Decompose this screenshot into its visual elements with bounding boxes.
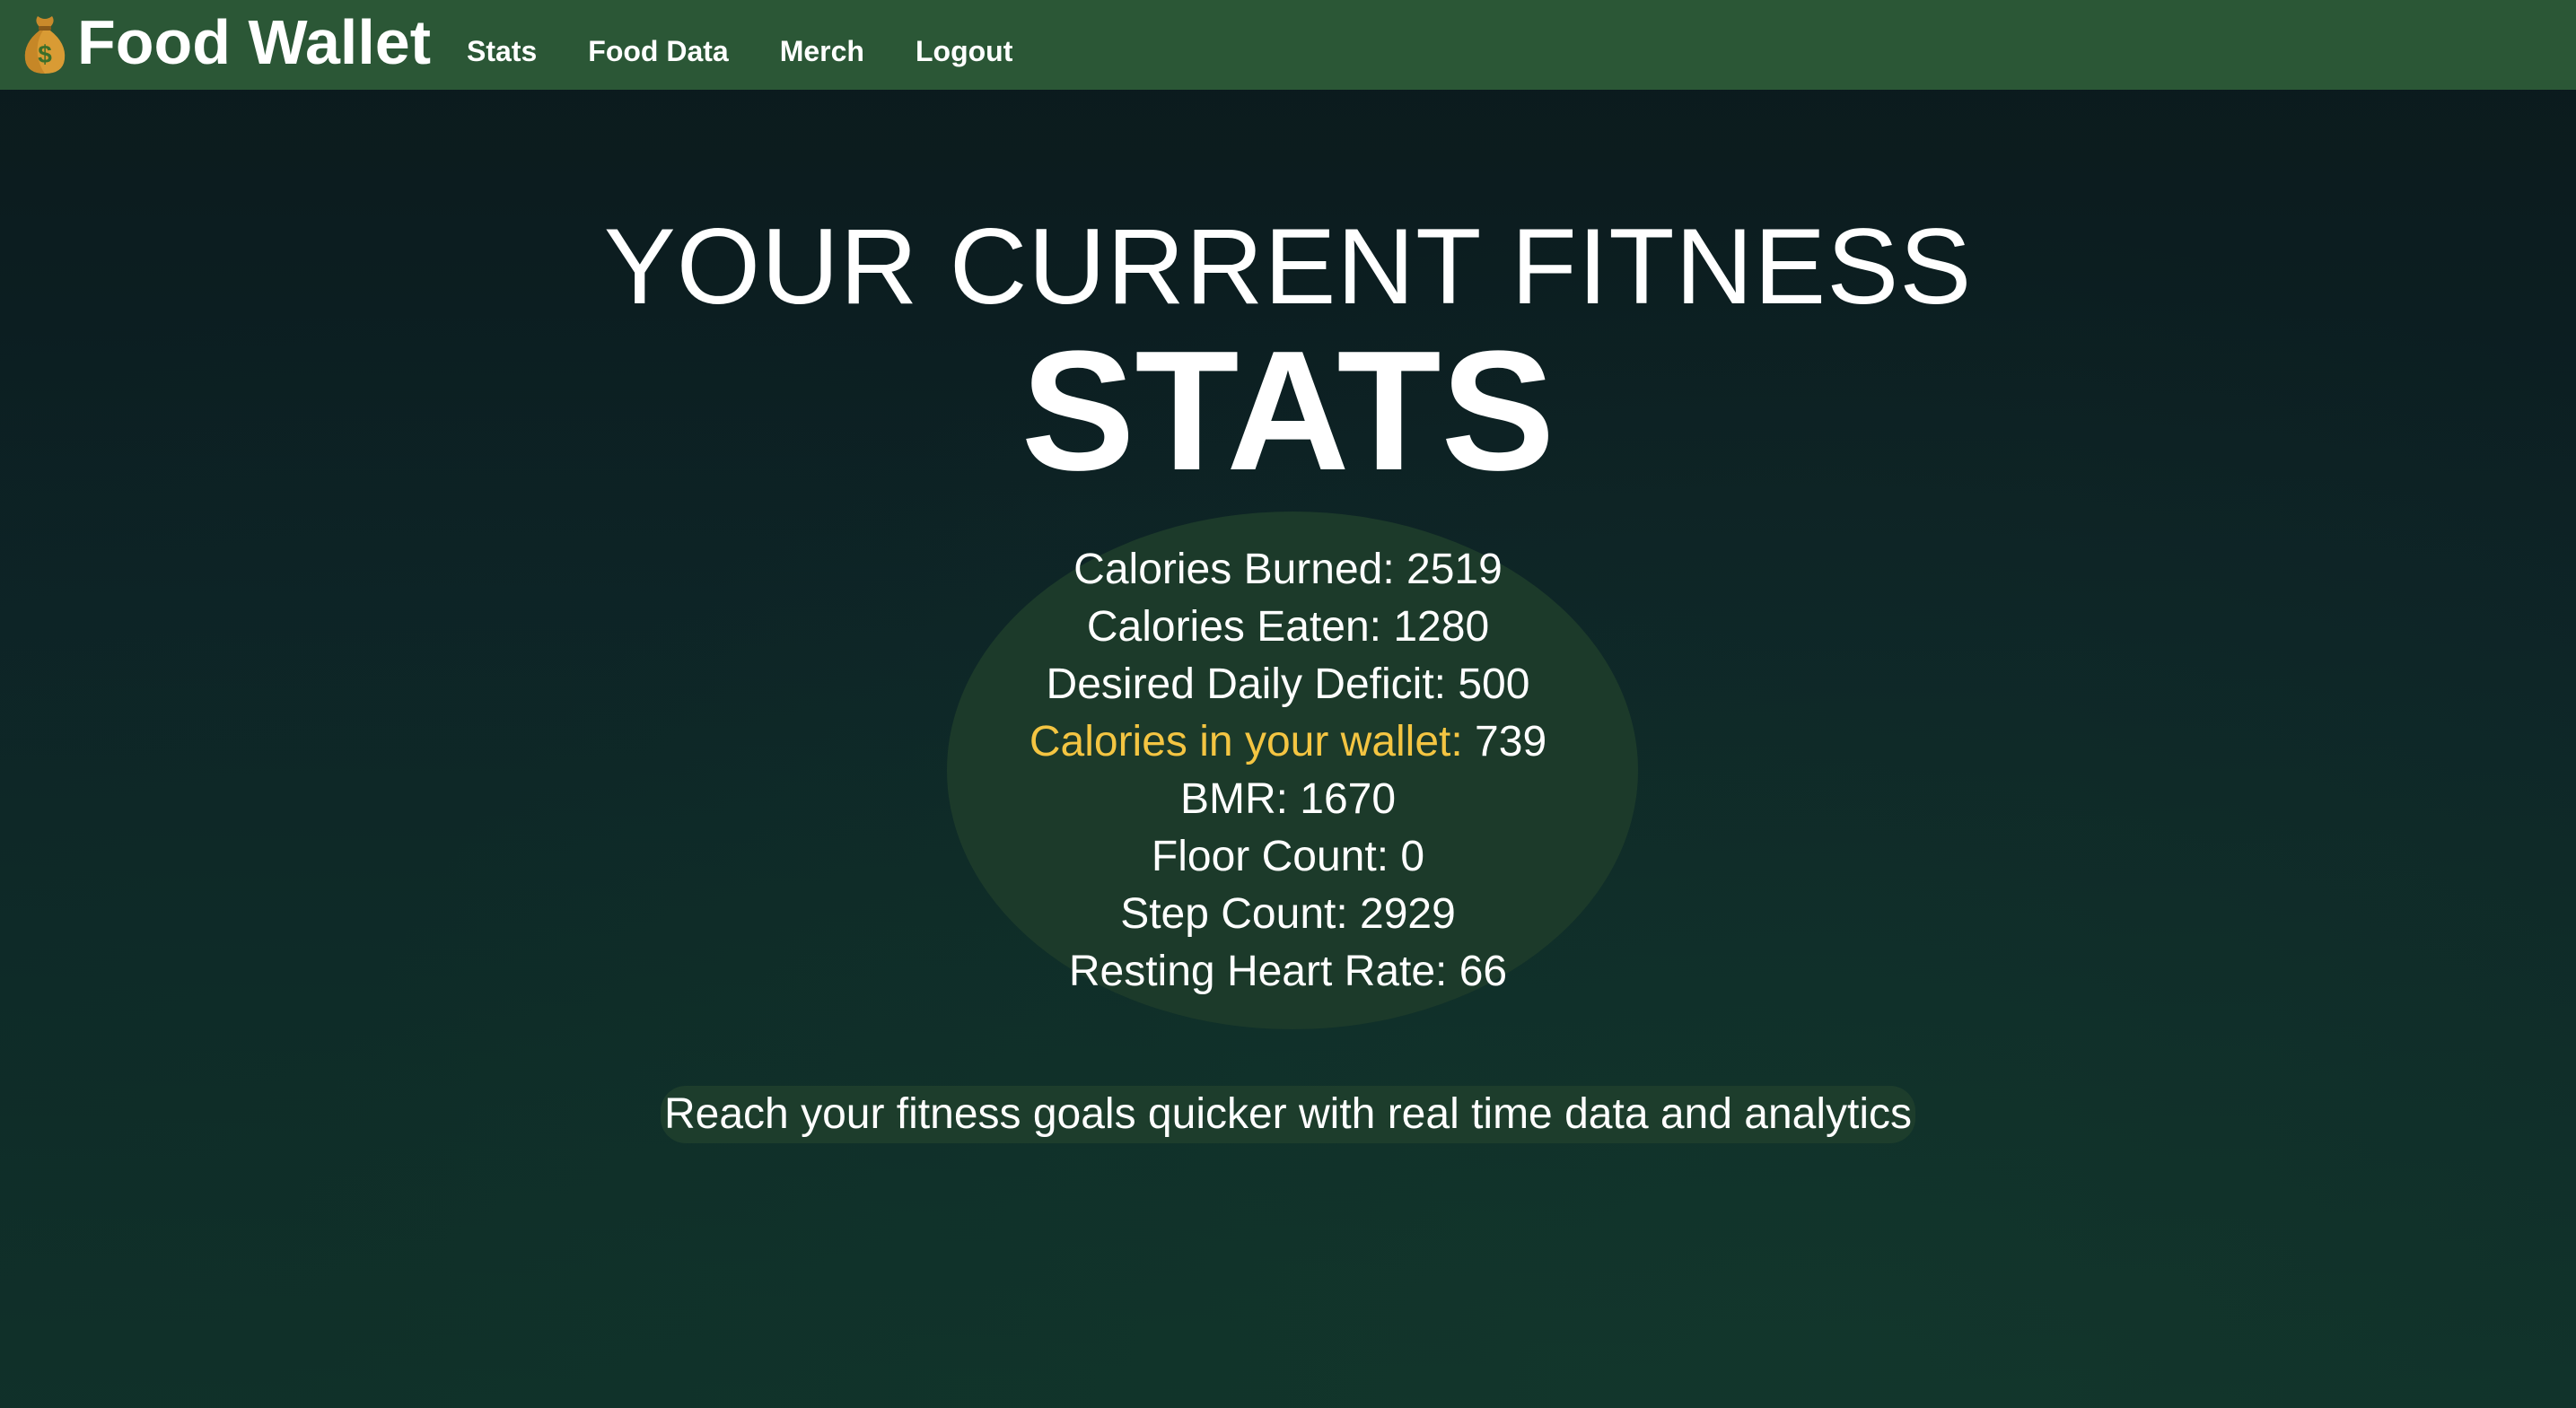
stat-label: Step Count: <box>1120 890 1348 938</box>
stat-value: 500 <box>1458 660 1530 708</box>
stat-label: Floor Count: <box>1151 833 1389 880</box>
stat-calories-burned: Calories Burned: 2519 <box>0 541 2576 599</box>
navbar: $ Food Wallet Stats Food Data Merch Logo… <box>0 0 2576 90</box>
stat-label: BMR: <box>1179 775 1288 823</box>
stat-floor-count: Floor Count: 0 <box>0 828 2576 886</box>
stat-bmr: BMR: 1670 <box>0 771 2576 828</box>
money-bag-icon: $ <box>22 13 68 77</box>
nav-link-logout[interactable]: Logout <box>916 35 1012 68</box>
stat-step-count: Step Count: 2929 <box>0 886 2576 943</box>
nav-link-stats[interactable]: Stats <box>467 35 537 68</box>
svg-text:$: $ <box>38 40 52 68</box>
stat-resting-heart-rate: Resting Heart Rate: 66 <box>0 943 2576 1001</box>
stat-value: 1280 <box>1393 603 1490 651</box>
stat-label: Calories Burned: <box>1073 546 1395 593</box>
stat-value: 2929 <box>1360 890 1456 938</box>
stat-label: Calories Eaten: <box>1086 603 1382 651</box>
nav-link-merch[interactable]: Merch <box>780 35 864 68</box>
stat-label: Desired Daily Deficit: <box>1046 660 1446 708</box>
stats-list: Calories Burned: 2519 Calories Eaten: 12… <box>0 541 2576 1001</box>
tagline: Reach your fitness goals quicker with re… <box>660 1086 1916 1143</box>
stat-value: 0 <box>1400 833 1425 880</box>
brand-name: Food Wallet <box>77 7 432 77</box>
stat-value: 1670 <box>1300 775 1397 823</box>
stat-label: Resting Heart Rate: <box>1068 948 1448 995</box>
hero-title: STATS <box>1021 316 1555 506</box>
stat-label-highlight: Calories in your wallet: <box>1029 718 1463 765</box>
brand-link[interactable]: $ Food Wallet <box>22 7 432 77</box>
nav-links: Stats Food Data Merch Logout <box>467 35 1064 68</box>
stat-value: 739 <box>1475 718 1547 765</box>
tagline-wrap: Reach your fitness goals quicker with re… <box>0 1086 2576 1143</box>
nav-link-food-data[interactable]: Food Data <box>588 35 728 68</box>
hero-heading: YOUR CURRENT FITNESS <box>603 206 1973 327</box>
stat-value: 66 <box>1459 948 1508 995</box>
stat-calories-eaten: Calories Eaten: 1280 <box>0 599 2576 656</box>
stat-wallet-calories: Calories in your wallet: 739 <box>0 713 2576 771</box>
stat-desired-deficit: Desired Daily Deficit: 500 <box>0 656 2576 713</box>
stat-value: 2519 <box>1406 546 1503 593</box>
